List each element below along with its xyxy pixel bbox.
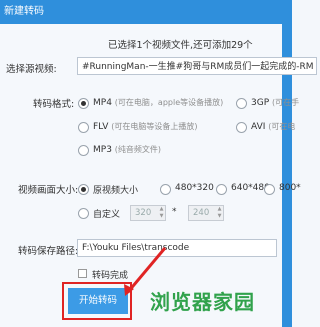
pointer-arrow-icon xyxy=(124,247,167,296)
watermark-text: 浏览器家园 xyxy=(150,290,255,314)
